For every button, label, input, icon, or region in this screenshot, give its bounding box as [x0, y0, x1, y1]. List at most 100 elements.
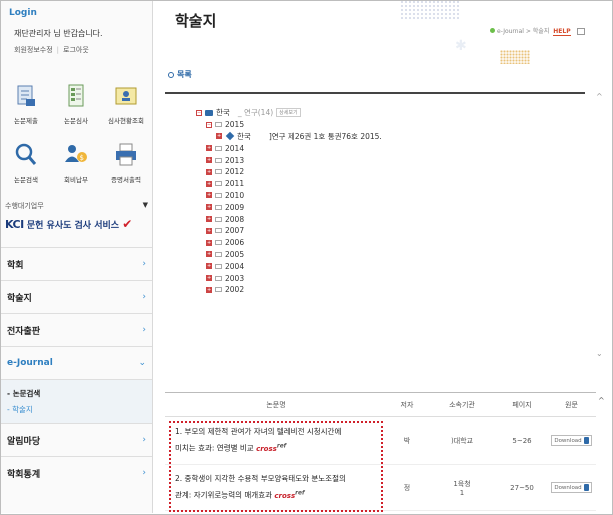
tree-year-label: 2005	[225, 249, 245, 259]
file-icon	[583, 484, 589, 491]
breadcrumb-path[interactable]: e-Journal > 학술지	[497, 28, 549, 35]
tree-year[interactable]: +2002	[196, 284, 382, 296]
folder-icon	[215, 181, 222, 187]
tree-year-label: 2003	[225, 273, 245, 283]
tree-year-label: 2007	[225, 226, 245, 236]
sidebar-item-notices[interactable]: 알림마당 ›	[1, 423, 152, 456]
tree-panel-bottom	[165, 325, 595, 385]
expand-icon[interactable]: +	[206, 168, 212, 175]
folder-icon	[215, 204, 222, 210]
folder-icon	[215, 122, 222, 128]
collapse-icon[interactable]: −	[206, 121, 212, 128]
table-header: 논문명 저자 소속기관 페이지 원문	[165, 393, 596, 417]
expand-icon[interactable]: +	[206, 227, 212, 234]
affiliation-cell: )대학교	[450, 436, 474, 445]
scroll-down-icon[interactable]: ⌄	[596, 349, 603, 358]
expand-icon[interactable]: +	[206, 180, 212, 187]
tree-year-label: 2014	[225, 143, 245, 153]
expand-icon[interactable]: +	[206, 145, 212, 152]
dropdown-arrow-icon[interactable]: ▼	[143, 201, 148, 211]
expand-icon[interactable]: +	[206, 286, 212, 293]
printer-icon	[116, 143, 136, 166]
section-heading: 목록	[168, 69, 192, 80]
chevron-right-icon: ›	[142, 435, 146, 445]
help-link[interactable]: HELP	[553, 28, 571, 36]
expand-icon[interactable]: +	[206, 251, 212, 258]
table-scroll-up-icon[interactable]: ^	[598, 396, 605, 405]
sidebar-item-statistics[interactable]: 학회통계 ›	[1, 456, 152, 489]
detail-button[interactable]: 상세보기	[276, 108, 301, 118]
chevron-right-icon: ›	[142, 325, 146, 335]
tree-year-label: 2010	[225, 190, 245, 200]
folder-icon	[215, 169, 222, 175]
expand-icon[interactable]: +	[206, 192, 212, 199]
kci-banner[interactable]: KCI 문헌 유사도 검사 서비스 ✔	[5, 217, 148, 231]
quick-label: 논문심사	[64, 117, 88, 125]
quick-paper-review[interactable]: 논문심사	[51, 79, 101, 138]
quick-review-status[interactable]: 심사현황조회	[101, 79, 151, 138]
chevron-right-icon: ›	[142, 259, 146, 269]
kci-service-text: 문헌 유사도 검사 서비스	[26, 221, 120, 231]
quick-dues-payment[interactable]: $ 회비납부	[51, 138, 101, 197]
expand-icon[interactable]: +	[206, 157, 212, 164]
login-links: 회원정보수정 | 로그아웃	[9, 45, 144, 55]
tree-year[interactable]: +2008	[196, 213, 382, 225]
tree-year[interactable]: +2013	[196, 154, 382, 166]
expand-icon[interactable]: +	[206, 275, 212, 282]
quick-label: 논문검색	[14, 176, 38, 184]
sidebar-item-journal[interactable]: 학술지 ›	[1, 280, 152, 313]
svg-text:$: $	[80, 154, 84, 162]
sidebar-item-society[interactable]: 학회 ›	[1, 247, 152, 280]
tree-year[interactable]: +2005	[196, 249, 382, 261]
chevron-right-icon: ›	[142, 468, 146, 478]
expand-icon[interactable]: +	[206, 204, 212, 211]
logout-link[interactable]: 로그아웃	[63, 45, 89, 55]
section-divider	[165, 92, 585, 94]
quick-paper-submit[interactable]: 논문제출	[1, 79, 51, 138]
folder-icon	[205, 109, 213, 116]
tree-year[interactable]: +2006	[196, 237, 382, 249]
home-icon[interactable]	[490, 28, 495, 33]
sidebar-item-ejournal[interactable]: e-Journal ⌄	[1, 346, 152, 379]
tree-year[interactable]: +2011	[196, 178, 382, 190]
expand-icon[interactable]: +	[216, 133, 222, 140]
review-sheet-icon	[68, 84, 84, 107]
tree-year[interactable]: +2007	[196, 225, 382, 237]
sidebar-item-epublishing[interactable]: 전자출판 ›	[1, 313, 152, 346]
header-fulltext: 원문	[565, 400, 578, 409]
tree-year[interactable]: +2003	[196, 272, 382, 284]
scroll-up-icon[interactable]: ^	[596, 92, 603, 101]
issue-icon	[225, 132, 235, 141]
collapse-icon[interactable]: −	[196, 109, 202, 116]
tree-root[interactable]: − 한국 _ 연구(14) 상세보기	[196, 107, 382, 119]
tree-year[interactable]: +2009	[196, 201, 382, 213]
edit-profile-link[interactable]: 회원정보수정	[14, 45, 53, 55]
expand-icon[interactable]: +	[206, 263, 212, 270]
folder-icon	[215, 263, 222, 269]
expand-icon[interactable]: +	[206, 216, 212, 223]
quick-certificate-print[interactable]: 증명서출력	[101, 138, 151, 197]
pending-tasks-box: 수행대기업무 ▼ KCI 문헌 유사도 검사 서비스 ✔	[1, 201, 152, 243]
download-cell: Download	[547, 482, 596, 493]
breadcrumb: e-Journal > 학술지 HELP	[490, 26, 585, 36]
tree-year[interactable]: +2012	[196, 166, 382, 178]
submenu-journal[interactable]: - 학술지	[7, 402, 146, 418]
login-title: Login	[9, 8, 37, 18]
tree-year[interactable]: +2004	[196, 260, 382, 272]
menu-label: 학술지	[7, 293, 32, 304]
sidebar-menu: 학회 › 학술지 › 전자출판 › e-Journal ⌄ - 논문검색 - 학술지 알…	[1, 247, 152, 489]
quick-paper-search[interactable]: 논문검색	[1, 138, 51, 197]
header-title: 논문명	[266, 400, 286, 409]
submenu-paper-search[interactable]: - 논문검색	[7, 386, 146, 402]
tree-year[interactable]: +2010	[196, 190, 382, 202]
magnifier-icon	[15, 143, 37, 165]
download-button[interactable]: Download	[551, 435, 592, 446]
tree-issue[interactable]: + 한국]연구 제26권 1호 통권76호 2015.	[196, 131, 382, 143]
tree-year[interactable]: +2014	[196, 142, 382, 154]
folder-icon	[215, 228, 222, 234]
print-icon[interactable]	[576, 28, 585, 35]
expand-icon[interactable]: +	[206, 239, 212, 246]
menu-label: 알림마당	[7, 436, 41, 447]
download-button[interactable]: Download	[551, 482, 592, 493]
tree-year-open[interactable]: − 2015	[196, 119, 382, 131]
